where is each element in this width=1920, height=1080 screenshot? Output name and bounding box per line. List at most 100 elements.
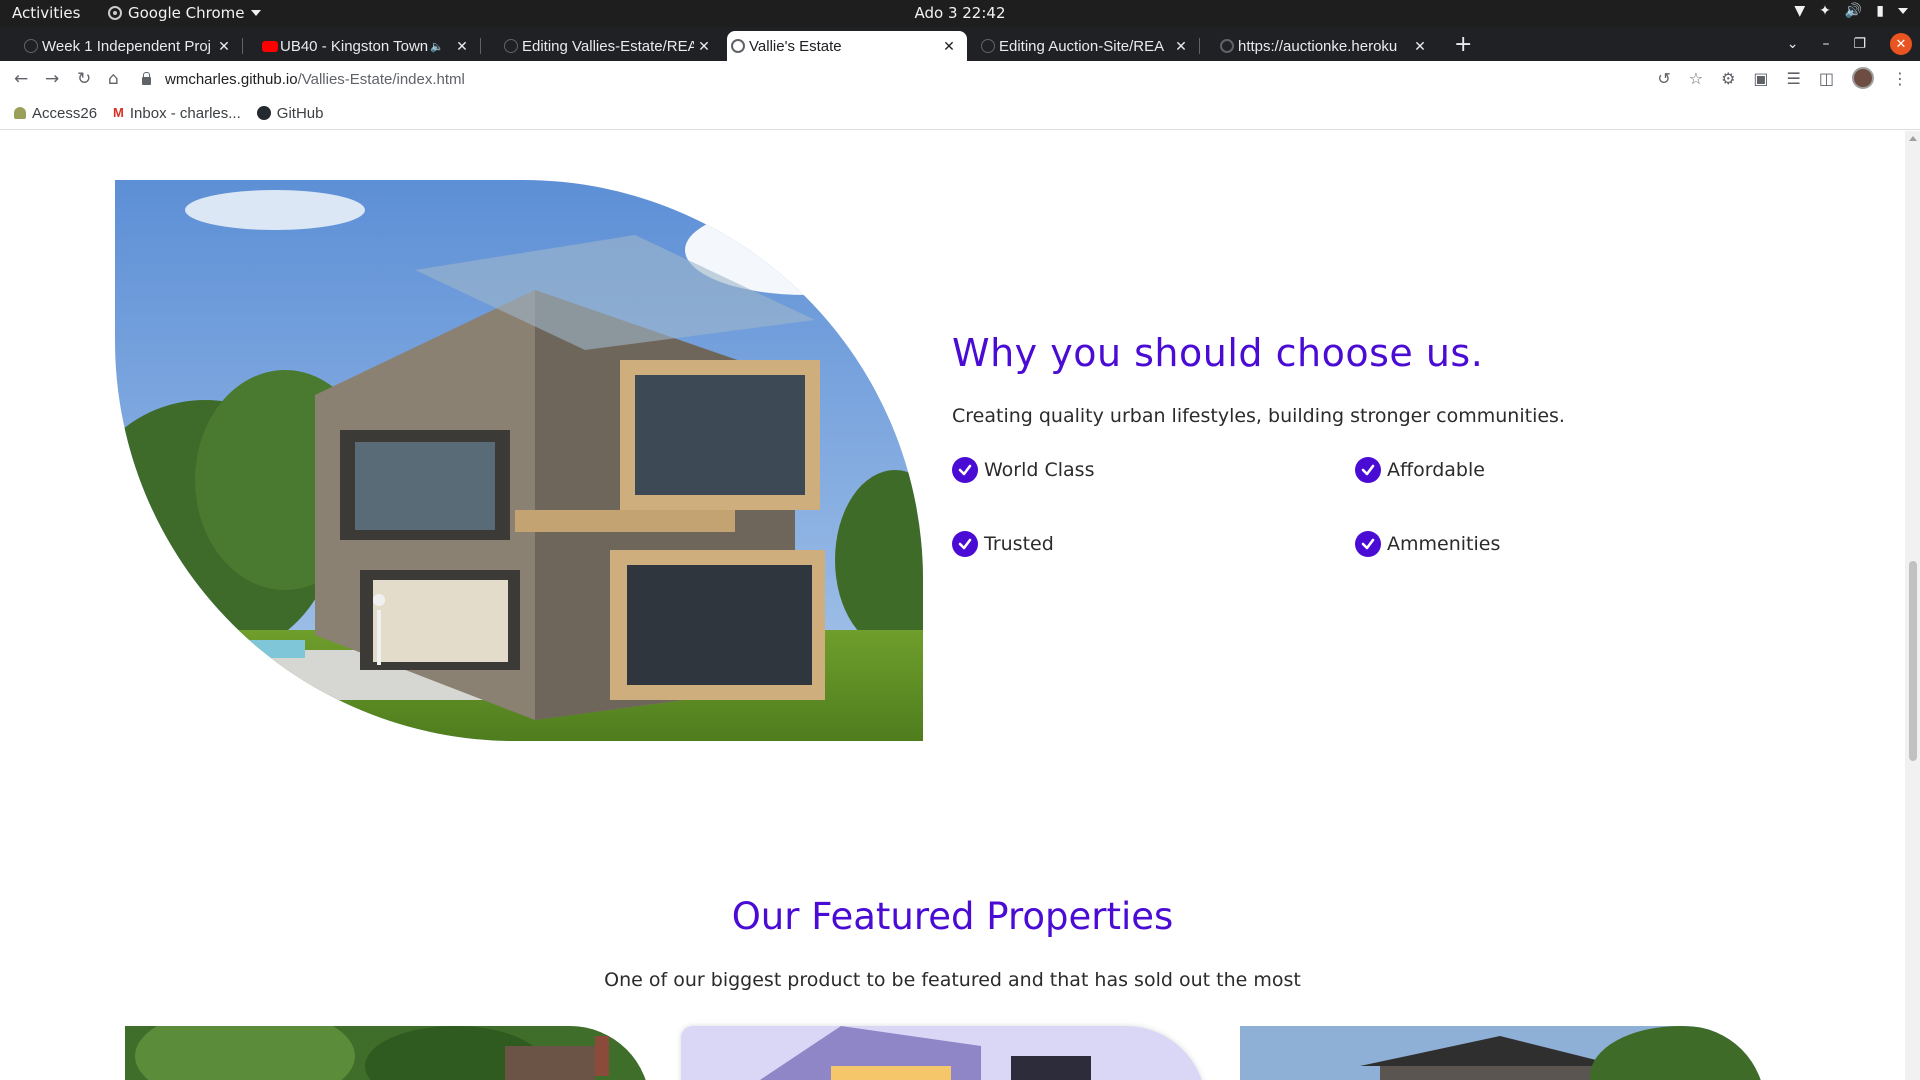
tab-vallies-estate[interactable]: Vallie's Estate ✕	[727, 31, 967, 61]
bookmark-label: GitHub	[276, 104, 324, 122]
feature-label: Trusted	[984, 533, 1054, 555]
gmail-icon: M	[113, 105, 124, 120]
clock[interactable]: Ado 3 22:42	[914, 4, 1005, 22]
youtube-icon	[262, 41, 278, 52]
close-icon[interactable]: ✕	[452, 38, 472, 55]
chrome-icon	[108, 6, 122, 20]
extensions-icon[interactable]: ⚙	[1721, 69, 1735, 88]
tab-strip: Week 1 Independent Proj ✕ UB40 - Kingsto…	[0, 27, 1920, 61]
chevron-down-icon	[250, 10, 261, 16]
tab-divider	[1199, 38, 1200, 54]
feature-item: Trusted	[952, 531, 1355, 557]
feature-item: Ammenities	[1355, 531, 1758, 557]
speaker-icon[interactable]: 🔈	[430, 40, 444, 53]
toolbar-actions: ↺ ☆ ⚙ ▣ ☰ ◫ ⋮	[1657, 67, 1908, 89]
why-title: Why you should choose us.	[952, 331, 1484, 375]
chevron-down-icon	[1898, 8, 1908, 14]
property-card-image[interactable]	[681, 1026, 1206, 1080]
feature-label: Affordable	[1387, 459, 1485, 481]
check-circle-icon	[952, 457, 978, 483]
bookmark-access26[interactable]: Access26	[14, 105, 97, 122]
side-panel-icon[interactable]: ◫	[1819, 69, 1834, 88]
volume-icon: 🔊	[1844, 3, 1863, 19]
featured-properties-title: Our Featured Properties	[731, 895, 1174, 938]
bookmark-inbox[interactable]: M Inbox - charles...	[113, 105, 241, 122]
feature-item: Affordable	[1355, 457, 1758, 483]
bookmark-label: Access26	[32, 104, 98, 122]
url-path: /Vallies-Estate/index.html	[297, 70, 465, 88]
house-hero-image	[115, 180, 923, 741]
activities-button[interactable]: Activities	[12, 4, 80, 22]
close-icon[interactable]: ✕	[214, 38, 234, 55]
check-circle-icon	[952, 531, 978, 557]
scroll-up-icon[interactable]	[1909, 136, 1917, 141]
tab-divider	[242, 38, 243, 54]
system-top-bar: Activities Google Chrome Ado 3 22:42 ▼ ✦…	[0, 0, 1920, 27]
bookmarks-bar: Access26 M Inbox - charles... GitHub	[0, 97, 1920, 130]
page-viewport: Why you should choose us. Creating quali…	[0, 131, 1905, 1080]
tab-title: Editing Auction-Site/REA	[999, 37, 1165, 55]
window-close-icon[interactable]: ✕	[1890, 33, 1912, 55]
tab-week1[interactable]: Week 1 Independent Proj ✕	[20, 31, 243, 61]
tab-title: Week 1 Independent Proj	[42, 37, 212, 55]
tab-auctionke[interactable]: https://auctionke.heroku ✕	[1216, 31, 1438, 61]
minimize-icon[interactable]: –	[1822, 36, 1829, 52]
page-scrollbar[interactable]	[1905, 131, 1920, 1080]
tab-title: UB40 - Kingston Town	[280, 37, 429, 55]
close-icon[interactable]: ✕	[1410, 38, 1430, 55]
tab-title: https://auctionke.heroku	[1238, 37, 1398, 55]
app-menu[interactable]: Google Chrome	[108, 4, 261, 22]
app-menu-label: Google Chrome	[128, 4, 245, 22]
check-circle-icon	[1355, 457, 1381, 483]
github-icon	[256, 106, 271, 120]
tab-editing-auction[interactable]: Editing Auction-Site/REA ✕	[977, 31, 1200, 61]
feature-item: World Class	[952, 457, 1355, 483]
tab-divider	[480, 38, 481, 54]
battery-icon: ▮	[1876, 3, 1884, 19]
system-tray[interactable]: ▼ ✦ 🔊 ▮	[1794, 3, 1908, 19]
tab-editing-vallies[interactable]: Editing Vallies-Estate/REA ✕	[500, 31, 722, 61]
menu-kebab-icon[interactable]: ⋮	[1892, 69, 1908, 88]
window-controls: ⌄ – ❐ ✕	[1787, 27, 1920, 61]
close-icon[interactable]: ✕	[1171, 38, 1191, 55]
forward-icon[interactable]: →	[45, 69, 59, 89]
share-icon[interactable]: ↺	[1657, 69, 1670, 88]
github-icon	[504, 39, 518, 53]
github-icon	[981, 39, 995, 53]
globe-icon	[1220, 39, 1234, 53]
address-bar[interactable]: wmcharles.github.io/Vallies-Estate/index…	[142, 65, 1642, 93]
access26-icon	[14, 107, 26, 119]
tab-title: Vallie's Estate	[749, 37, 842, 55]
close-icon[interactable]: ✕	[939, 38, 959, 55]
close-icon[interactable]: ✕	[694, 38, 714, 55]
feature-list: World Class Affordable Trusted Ammenitie…	[952, 457, 1852, 557]
github-icon	[24, 39, 38, 53]
lock-icon[interactable]	[142, 71, 151, 85]
why-choose-us-section: Why you should choose us. Creating quali…	[952, 331, 1852, 557]
bookmark-label: Inbox - charles...	[129, 104, 241, 122]
restore-icon[interactable]: ❐	[1853, 36, 1866, 52]
bookmark-github[interactable]: GitHub	[256, 104, 324, 122]
why-subtitle: Creating quality urban lifestyles, build…	[952, 405, 1565, 427]
tab-title: Editing Vallies-Estate/REA	[522, 37, 694, 55]
home-icon[interactable]: ⌂	[108, 69, 119, 89]
browser-toolbar: ← → ↻ ⌂ wmcharles.github.io/Vallies-Esta…	[0, 61, 1920, 97]
feature-label: World Class	[984, 459, 1095, 481]
globe-icon	[731, 39, 745, 53]
cast-icon[interactable]: ▣	[1753, 69, 1768, 88]
reload-icon[interactable]: ↻	[77, 69, 91, 89]
tab-search-icon[interactable]: ⌄	[1787, 36, 1799, 52]
property-card-image[interactable]	[1240, 1026, 1765, 1080]
url-host: wmcharles.github.io	[165, 70, 298, 88]
new-tab-icon[interactable]: +	[1454, 32, 1472, 57]
profile-avatar[interactable]	[1852, 67, 1874, 89]
bookmark-star-icon[interactable]: ☆	[1689, 69, 1703, 88]
bluetooth-icon: ✦	[1819, 3, 1831, 19]
wifi-icon: ▼	[1794, 3, 1806, 19]
featured-properties-subtitle: One of our biggest product to be feature…	[604, 969, 1301, 991]
reading-list-icon[interactable]: ☰	[1787, 69, 1801, 88]
tab-youtube[interactable]: UB40 - Kingston Town 🔈 ✕	[258, 31, 481, 61]
scrollbar-thumb[interactable]	[1909, 561, 1917, 761]
property-card-image[interactable]	[125, 1026, 650, 1080]
back-icon[interactable]: ←	[14, 69, 28, 89]
